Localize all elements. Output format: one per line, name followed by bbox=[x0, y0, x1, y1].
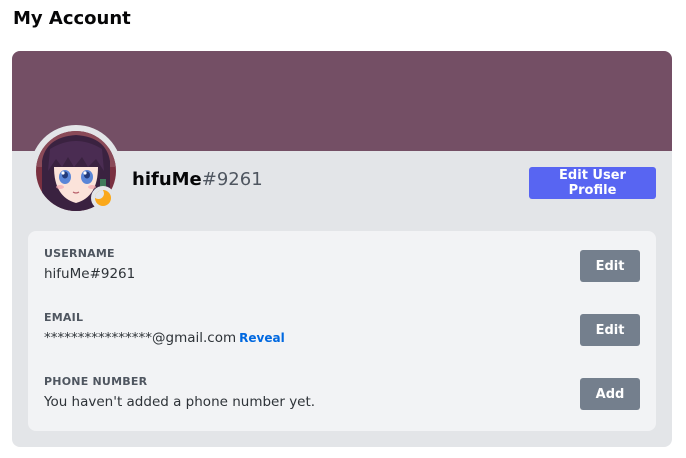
moon-icon bbox=[95, 190, 111, 206]
phone-value: You haven't added a phone number yet. bbox=[44, 394, 316, 410]
email-value: ****************@gmail.com bbox=[44, 330, 237, 346]
reveal-email-link[interactable]: Reveal bbox=[239, 331, 285, 345]
page-title: My Account bbox=[13, 8, 131, 29]
profile-username: hifuMe bbox=[132, 169, 202, 190]
account-fields-panel: USERNAME hifuMe#9261 Edit EMAIL ********… bbox=[28, 231, 656, 431]
profile-name: hifuMe#9261 bbox=[132, 169, 263, 190]
email-value-row: ****************@gmail.com Reveal bbox=[44, 330, 285, 346]
edit-username-button[interactable]: Edit bbox=[580, 250, 640, 282]
username-label: USERNAME bbox=[44, 247, 115, 260]
avatar-container bbox=[30, 125, 122, 217]
status-indicator bbox=[91, 186, 115, 210]
phone-field: PHONE NUMBER You haven't added a phone n… bbox=[44, 375, 640, 423]
username-value: hifuMe#9261 bbox=[44, 266, 136, 282]
edit-user-profile-button[interactable]: Edit User Profile bbox=[529, 167, 656, 199]
account-profile-card: hifuMe#9261 Edit User Profile USERNAME h… bbox=[12, 51, 672, 447]
profile-banner bbox=[12, 51, 672, 151]
email-field: EMAIL ****************@gmail.com Reveal E… bbox=[44, 311, 640, 359]
email-label: EMAIL bbox=[44, 311, 84, 324]
edit-email-button[interactable]: Edit bbox=[580, 314, 640, 346]
phone-label: PHONE NUMBER bbox=[44, 375, 148, 388]
profile-discriminator: #9261 bbox=[201, 169, 263, 190]
add-phone-button[interactable]: Add bbox=[580, 378, 640, 410]
username-field: USERNAME hifuMe#9261 Edit bbox=[44, 247, 640, 295]
